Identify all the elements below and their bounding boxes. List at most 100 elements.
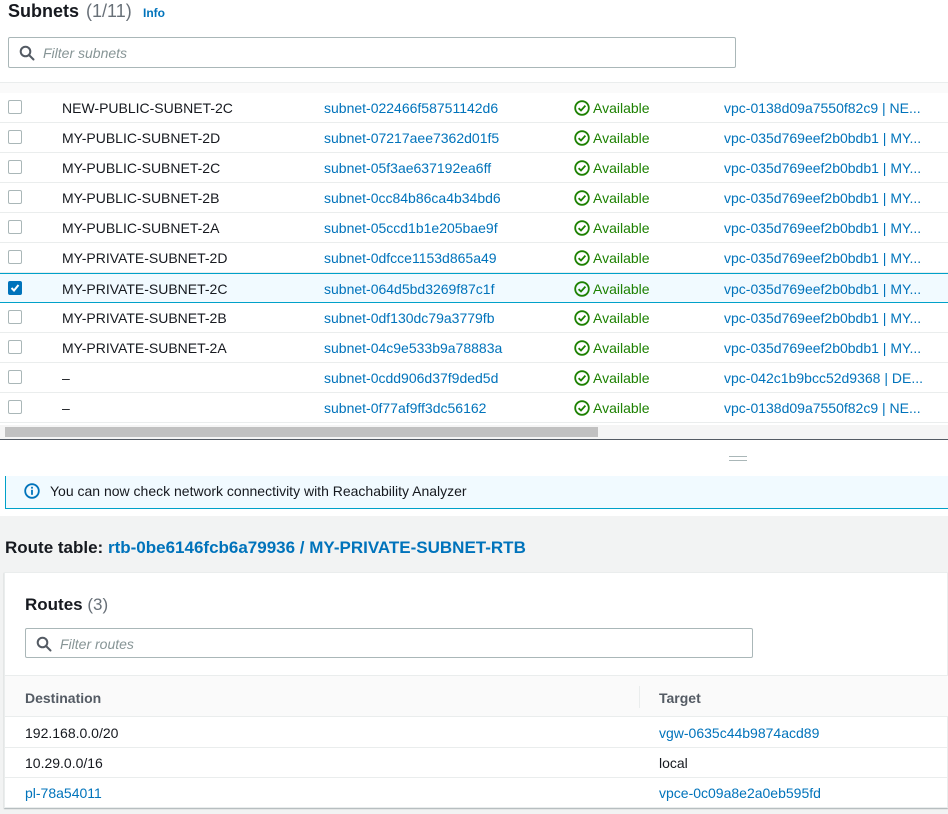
filter-routes-box[interactable] xyxy=(25,628,753,658)
info-link[interactable]: Info xyxy=(143,6,165,20)
subnets-count: (1/11) xyxy=(86,1,132,21)
subnet-id-link[interactable]: subnet-0f77af9ff3dc56162 xyxy=(324,400,486,416)
subnet-table-header xyxy=(0,82,948,93)
subnet-id-link[interactable]: subnet-07217aee7362d01f5 xyxy=(324,130,499,146)
subnet-row[interactable]: MY-PRIVATE-SUBNET-2B subnet-0df130dc79a37… xyxy=(0,303,948,333)
subnet-state-text: Available xyxy=(593,130,650,146)
routes-table-header: Destination Target xyxy=(5,675,948,717)
row-checkbox[interactable] xyxy=(8,220,22,234)
banner-text: You can now check network connectivity w… xyxy=(50,483,467,499)
routes-count: (3) xyxy=(87,595,109,614)
subnet-state-text: Available xyxy=(593,220,650,236)
check-circle-icon xyxy=(574,400,590,416)
subnet-state-text: Available xyxy=(593,340,650,356)
filter-subnets-input[interactable] xyxy=(43,42,624,63)
row-checkbox[interactable] xyxy=(8,281,22,295)
subnet-state: Available xyxy=(574,370,650,386)
subnet-id-link[interactable]: subnet-05f3ae637192ea6ff xyxy=(324,160,491,176)
row-checkbox[interactable] xyxy=(8,400,22,414)
subnet-id-link[interactable]: subnet-0cdd906d37f9ded5d xyxy=(324,370,498,386)
resize-handle-icon[interactable] xyxy=(729,456,747,462)
subnet-row[interactable]: MY-PUBLIC-SUBNET-2B subnet-0cc84b86ca4b34… xyxy=(0,183,948,213)
subnets-header: Subnets (1/11) Info xyxy=(0,0,948,27)
subnet-name: MY-PRIVATE-SUBNET-2C xyxy=(62,281,228,297)
subnet-id-link[interactable]: subnet-0cc84b86ca4b34bd6 xyxy=(324,190,501,206)
vpc-link[interactable]: vpc-035d769eef2b0bdb1 | MY... xyxy=(724,130,921,146)
subnets-title-text: Subnets xyxy=(8,1,80,21)
subnet-state: Available xyxy=(574,220,650,236)
vpc-link[interactable]: vpc-035d769eef2b0bdb1 | MY... xyxy=(724,310,921,326)
column-header-destination[interactable]: Destination xyxy=(25,690,101,706)
subnet-table: NEW-PUBLIC-SUBNET-2C subnet-022466f587511… xyxy=(0,93,948,423)
check-circle-icon xyxy=(574,310,590,326)
subnet-row[interactable]: MY-PUBLIC-SUBNET-2D subnet-07217aee7362d0… xyxy=(0,123,948,153)
row-checkbox[interactable] xyxy=(8,340,22,354)
row-checkbox[interactable] xyxy=(8,190,22,204)
route-target: local xyxy=(659,755,688,771)
column-header-target[interactable]: Target xyxy=(659,690,701,706)
vpc-link[interactable]: vpc-0138d09a7550f82c9 | NE... xyxy=(724,100,921,116)
filter-routes-input[interactable] xyxy=(60,633,641,654)
subnet-state: Available xyxy=(574,400,650,416)
filter-subnets-box[interactable] xyxy=(8,37,736,68)
subnet-name: – xyxy=(62,370,70,386)
route-target-link[interactable]: vpce-0c09a8e2a0eb595fd xyxy=(659,785,821,801)
subnet-row[interactable]: MY-PRIVATE-SUBNET-2D subnet-0dfcce1153d86… xyxy=(0,243,948,273)
check-circle-icon xyxy=(574,160,590,176)
subnet-row[interactable]: MY-PRIVATE-SUBNET-2C subnet-064d5bd3269f8… xyxy=(0,273,948,303)
vpc-link[interactable]: vpc-042c1b9bcc52d9368 | DE... xyxy=(724,370,923,386)
vpc-link[interactable]: vpc-0138d09a7550f82c9 | NE... xyxy=(724,400,921,416)
route-target-link[interactable]: vgw-0635c44b9874acd89 xyxy=(659,725,819,741)
horizontal-scrollbar-thumb[interactable] xyxy=(5,427,598,437)
subnet-id-link[interactable]: subnet-064d5bd3269f87c1f xyxy=(324,281,494,297)
subnet-state: Available xyxy=(574,250,650,266)
subnet-row[interactable]: – subnet-0f77af9ff3dc56162 Available vpc-01… xyxy=(0,393,948,423)
row-checkbox[interactable] xyxy=(8,160,22,174)
vpc-link[interactable]: vpc-035d769eef2b0bdb1 | MY... xyxy=(724,250,921,266)
subnet-row[interactable]: NEW-PUBLIC-SUBNET-2C subnet-022466f587511… xyxy=(0,93,948,123)
subnet-state-text: Available xyxy=(593,250,650,266)
subnet-name: NEW-PUBLIC-SUBNET-2C xyxy=(62,100,233,116)
subnet-state: Available xyxy=(574,281,650,297)
routes-panel: Routes (3) Destination Target 192.168.0.… xyxy=(4,572,948,808)
subnet-name: MY-PUBLIC-SUBNET-2C xyxy=(62,160,221,176)
subnet-state-text: Available xyxy=(593,310,650,326)
row-checkbox[interactable] xyxy=(8,250,22,264)
route-table-link[interactable]: rtb-0be6146fcb6a79936 / MY-PRIVATE-SUBNE… xyxy=(108,538,526,557)
route-row: pl-78a54011 vpce-0c09a8e2a0eb595fd xyxy=(5,778,948,808)
subnet-state: Available xyxy=(574,340,650,356)
subnet-row[interactable]: MY-PUBLIC-SUBNET-2C subnet-05f3ae637192ea… xyxy=(0,153,948,183)
route-destination-link[interactable]: pl-78a54011 xyxy=(25,785,102,801)
subnet-name: MY-PRIVATE-SUBNET-2D xyxy=(62,250,228,266)
subnet-row[interactable]: – subnet-0cdd906d37f9ded5d Available vpc-04… xyxy=(0,363,948,393)
vpc-link[interactable]: vpc-035d769eef2b0bdb1 | MY... xyxy=(724,281,921,297)
row-checkbox[interactable] xyxy=(8,370,22,384)
subnet-state: Available xyxy=(574,160,650,176)
row-checkbox[interactable] xyxy=(8,130,22,144)
vpc-link[interactable]: vpc-035d769eef2b0bdb1 | MY... xyxy=(724,190,921,206)
check-circle-icon xyxy=(574,130,590,146)
vpc-link[interactable]: vpc-035d769eef2b0bdb1 | MY... xyxy=(724,340,921,356)
route-row: 10.29.0.0/16 local xyxy=(5,748,948,778)
subnet-name: MY-PRIVATE-SUBNET-2B xyxy=(62,310,227,326)
subnet-id-link[interactable]: subnet-0dfcce1153d865a49 xyxy=(324,250,497,266)
subnet-id-link[interactable]: subnet-04c9e533b9a78883a xyxy=(324,340,502,356)
row-checkbox[interactable] xyxy=(8,310,22,324)
subnet-id-link[interactable]: subnet-022466f58751142d6 xyxy=(324,100,498,116)
subnet-row[interactable]: MY-PUBLIC-SUBNET-2A subnet-05ccd1b1e205ba… xyxy=(0,213,948,243)
subnet-id-link[interactable]: subnet-0df130dc79a3779fb xyxy=(324,310,494,326)
vpc-link[interactable]: vpc-035d769eef2b0bdb1 | MY... xyxy=(724,160,921,176)
split-panel-divider xyxy=(0,439,948,440)
routes-title: Routes (3) xyxy=(25,595,108,615)
reachability-info-banner: You can now check network connectivity w… xyxy=(5,476,948,509)
route-row: 192.168.0.0/20 vgw-0635c44b9874acd89 xyxy=(5,718,948,748)
column-divider[interactable] xyxy=(639,686,640,708)
row-checkbox[interactable] xyxy=(8,100,22,114)
subnet-name: – xyxy=(62,400,70,416)
check-circle-icon xyxy=(574,220,590,236)
subnet-row[interactable]: MY-PRIVATE-SUBNET-2A subnet-04c9e533b9a78… xyxy=(0,333,948,363)
checkmark-icon xyxy=(10,284,20,292)
vpc-link[interactable]: vpc-035d769eef2b0bdb1 | MY... xyxy=(724,220,921,236)
subnet-id-link[interactable]: subnet-05ccd1b1e205bae9f xyxy=(324,220,498,236)
subnet-state-text: Available xyxy=(593,370,650,386)
